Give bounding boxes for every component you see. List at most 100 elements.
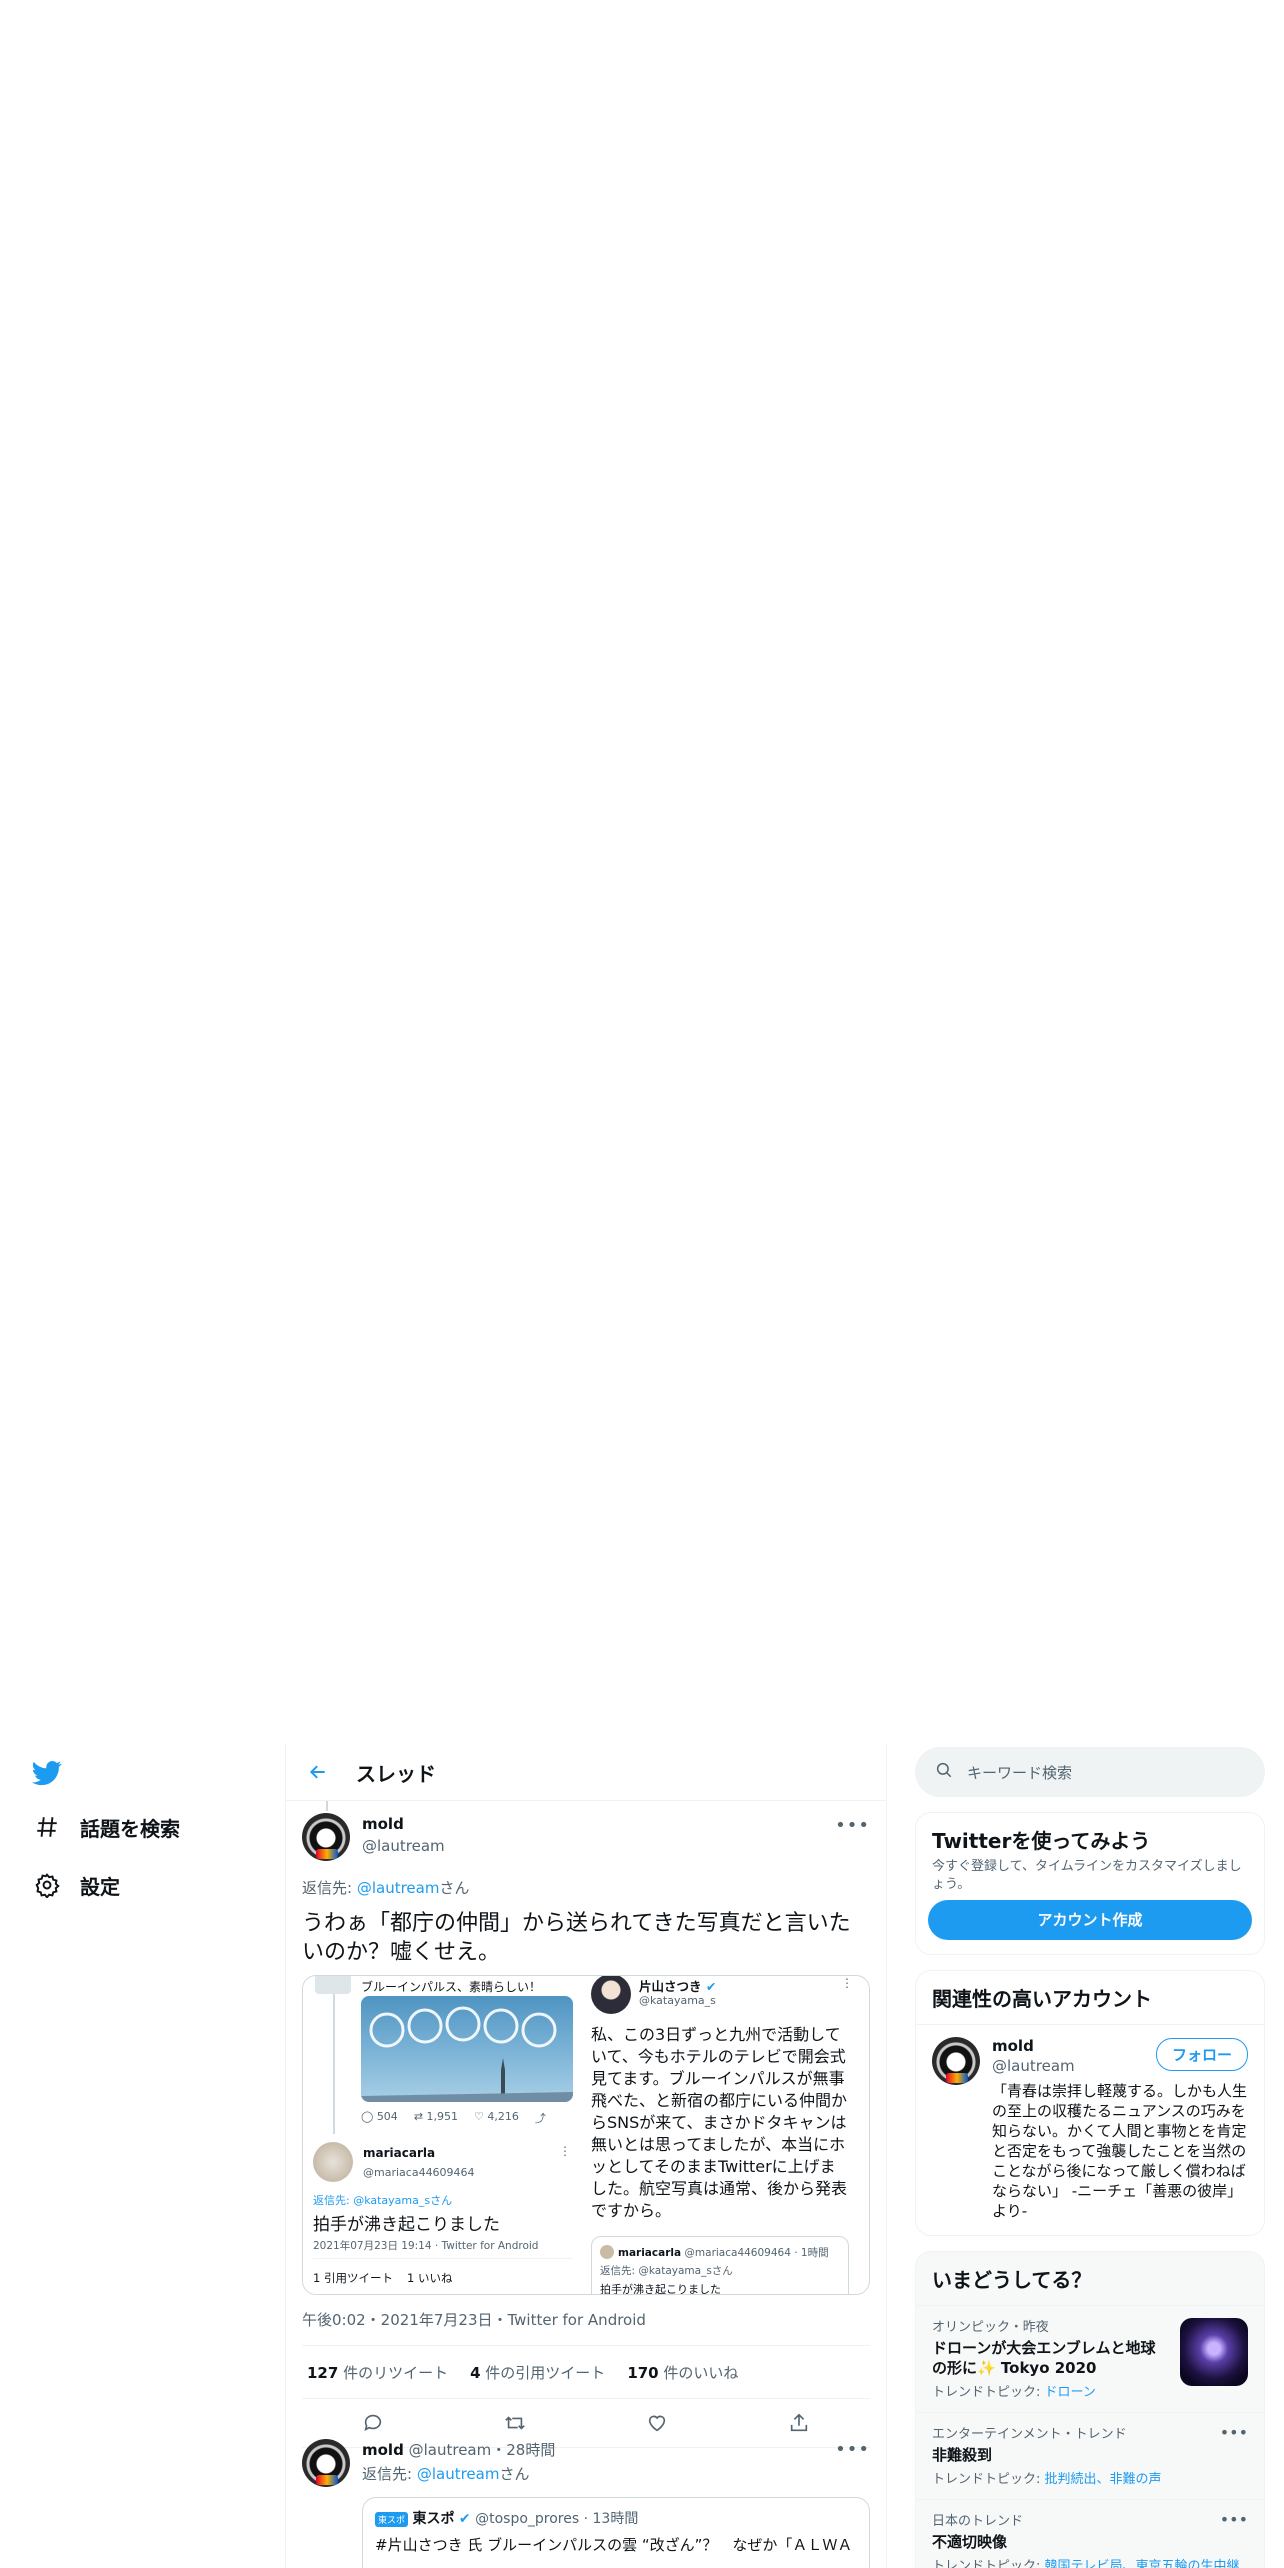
tweet-stats: 127 件のリツイート 4 件の引用ツイート 170 件のいいね: [302, 2345, 870, 2399]
related-accounts-card: 関連性の高いアカウント mold @lautream フォロー 「青春は崇拝し軽…: [915, 1970, 1265, 2236]
image-nested-quote: mariacarla @mariaca44609464 · 1時間 返信先: @…: [591, 2236, 849, 2294]
image-right-handle: @katayama_s: [639, 1994, 716, 2007]
search-input[interactable]: キーワード検索: [915, 1747, 1265, 1797]
trends-title: いまどうしてる？: [932, 2268, 1092, 2292]
image-left-counts: 1 引用ツイート 1 いいね: [313, 2270, 452, 2286]
twitter-logo-icon[interactable]: [30, 1758, 64, 1788]
reply-handle-link[interactable]: @lautream: [357, 1879, 440, 1897]
image-quote-count: 1 引用ツイート: [313, 2271, 393, 2285]
trend-topic-link[interactable]: 批判続出、非難の声: [1045, 2472, 1162, 2487]
blue-impulse-photo: [361, 1996, 573, 2102]
retweet-stat[interactable]: 127 件のリツイート: [307, 2362, 448, 2383]
trend-item[interactable]: エンターテインメント・トレンド 非難殺到 トレンドトピック: 批判続出、非難の声…: [916, 2412, 1264, 2499]
like-stat[interactable]: 170 件のいいね: [627, 2362, 738, 2383]
tweet-text: うわぁ「都庁の仲間」から送られてきた写真だと言いたいのか？嘘くせえ。: [302, 1911, 851, 1965]
reply-context: 返信先: @lautreamさん: [302, 1877, 469, 1898]
tweet-timestamp[interactable]: 午後0:02・2021年7月23日・Twitter for Android: [302, 2309, 646, 2330]
reply-author-name[interactable]: mold: [362, 2441, 404, 2459]
trend-meta: 日本のトレンド: [932, 2514, 1024, 2529]
reply-more-options-icon[interactable]: •••: [835, 2439, 870, 2460]
image-nested-header: mariacarla @mariaca44609464 · 1時間: [618, 2247, 829, 2259]
image-like-total: 1 いいね: [406, 2271, 453, 2285]
back-arrow-icon[interactable]: [298, 1752, 338, 1792]
image-retweet-count: ⇄ 1,951: [413, 2110, 459, 2123]
right-sidebar: キーワード検索 Twitterを使ってみよう 今すぐ登録して、タイムラインをカス…: [915, 1744, 1265, 2568]
trend-item[interactable]: オリンピック・昨夜 ドローンが大会エンブレムと地球の形に✨ Tokyo 2020…: [916, 2305, 1264, 2412]
quoted-author-name: 東スポ: [412, 2511, 455, 2527]
signup-desc: 今すぐ登録して、タイムラインをカスタマイズしましょう。: [932, 1859, 1242, 1892]
quote-stat[interactable]: 4 件の引用ツイート: [470, 2362, 605, 2383]
mariacarla-avatar: [313, 2142, 353, 2182]
image-user-name: mariacarla: [363, 2146, 436, 2160]
author-name[interactable]: mold: [362, 1815, 445, 1833]
focused-tweet: mold @lautream ••• 返信先: @lautreamさん うわぁ「…: [286, 1801, 886, 2448]
tweet-image[interactable]: ブルーインパルス、素晴らしい！ ◯ 504 ⇄ 1,951 ♡ 4,216 ⤴: [302, 1975, 870, 2295]
image-nested-avatar: [600, 2245, 614, 2259]
image-divider: [313, 2258, 573, 2259]
related-avatar[interactable]: [932, 2037, 980, 2085]
image-user-handle: @mariaca44609464: [363, 2166, 475, 2179]
avatar[interactable]: [302, 1813, 350, 1861]
image-right-text: 私、この3日ずっと九州で活動していて、今もホテルのテレビで開会式見てます。ブルー…: [591, 2025, 848, 2220]
search-placeholder: キーワード検索: [967, 1763, 1073, 1782]
gear-icon: [32, 1870, 62, 1900]
image-left-date: 2021年07月23日 19:14 · Twitter for Android: [313, 2240, 539, 2252]
trend-topic-link[interactable]: ドローン: [1045, 2385, 1096, 2400]
reply-prefix: 返信先:: [302, 1879, 357, 1897]
trend-meta: エンターテインメント・トレンド: [932, 2427, 1127, 2442]
quoted-text: #片山さつき 氏 ブルーインパルスの雲 “改ざん”？ なぜか「ＡＬＷＡ: [375, 2536, 853, 2554]
reply-header: mold @lautream・28時間: [362, 2439, 555, 2460]
reply-tweet[interactable]: mold @lautream・28時間 ••• 返信先: @lautreamさん…: [286, 2429, 886, 2568]
image-more-icon: ⋮: [559, 2144, 571, 2158]
nav-explore-label: 話題を検索: [80, 1816, 180, 1841]
quoted-tweet[interactable]: 東スポ 東スポ ✔ @tospo_prores · 13時間 #片山さつき 氏 …: [362, 2497, 870, 2568]
image-avatar: [315, 1976, 351, 1994]
trend-more-icon[interactable]: •••: [1220, 2510, 1248, 2529]
quoted-header: 東スポ 東スポ ✔ @tospo_prores · 13時間: [375, 2508, 638, 2528]
reply-handle-link-2[interactable]: @lautream: [417, 2465, 500, 2483]
create-account-button[interactable]: アカウント作成: [928, 1900, 1252, 1940]
trends-card: いまどうしてる？ オリンピック・昨夜 ドローンが大会エンブレムと地球の形に✨ T…: [915, 2251, 1265, 2568]
image-thread-line: [333, 1994, 335, 2134]
tospo-logo: 東スポ: [375, 2511, 409, 2527]
trend-item[interactable]: 日本のトレンド 不適切映像 トレンドトピック: 韓国テレビ局、東京五輪の生中継 …: [916, 2499, 1264, 2568]
image-top-text: ブルーインパルス、素晴らしい！: [361, 1980, 542, 1994]
related-title: 関連性の高いアカウント: [916, 1971, 1264, 2025]
quoted-handle-time: @tospo_prores · 13時間: [475, 2511, 639, 2527]
image-right-panel: 片山さつき ✔ @katayama_s ⋮ 私、この3日ずっと九州で活動していて…: [589, 1976, 869, 2294]
nav-settings-label: 設定: [80, 1874, 120, 1899]
trend-topic-link[interactable]: 韓国テレビ局、東京五輪の生中継: [1045, 2559, 1240, 2568]
reply-suffix: さん: [439, 1879, 470, 1897]
related-account[interactable]: mold @lautream フォロー 「青春は崇拝し軽蔑する。しかも人生の至上…: [916, 2025, 1264, 2235]
image-right-more-icon: ⋮: [841, 1976, 853, 1990]
trend-title: 非難殺到: [932, 2446, 993, 2464]
image-nested-text: 拍手が沸き起こりました: [600, 2283, 721, 2294]
image-left-actions: ◯ 504 ⇄ 1,951 ♡ 4,216 ⤴: [361, 2110, 546, 2126]
signup-card: Twitterを使ってみよう 今すぐ登録して、タイムラインをカスタマイズしましょ…: [915, 1812, 1265, 1955]
trend-meta: オリンピック・昨夜: [932, 2320, 1049, 2335]
reply-handle-time: @lautream・28時間: [408, 2441, 556, 2459]
trend-title: ドローンが大会エンブレムと地球の形に✨ Tokyo 2020: [932, 2339, 1156, 2377]
image-nested-reply: 返信先: @katayama_sさん: [600, 2265, 733, 2277]
follow-button[interactable]: フォロー: [1155, 2038, 1248, 2071]
trend-drone-thumbnail: [1180, 2318, 1248, 2386]
katayama-avatar: [591, 1976, 631, 2014]
image-right-name: 片山さつき ✔: [639, 1979, 717, 1994]
reply-context-2: 返信先: @lautreamさん: [362, 2465, 530, 2483]
image-left-text: 拍手が沸き起こりました: [313, 2215, 500, 2235]
search-icon: [935, 1761, 953, 1783]
trend-more-icon[interactable]: •••: [1220, 2423, 1248, 2442]
image-reply-context: 返信先: @katayama_sさん: [313, 2194, 453, 2207]
reply-avatar[interactable]: [302, 2439, 350, 2487]
image-reply-count: ◯ 504: [361, 2110, 398, 2123]
main-column: スレッド mold @lautream ••• 返信先: @lautreamさん…: [285, 1744, 887, 2568]
image-share-icon: ⤴: [534, 2112, 546, 2125]
nav-settings[interactable]: 設定: [32, 1870, 120, 1900]
image-like-count: ♡ 4,216: [474, 2110, 519, 2123]
image-left-panel: ブルーインパルス、素晴らしい！ ◯ 504 ⇄ 1,951 ♡ 4,216 ⤴: [303, 1976, 583, 2294]
signup-title: Twitterを使ってみよう: [932, 1829, 1151, 1853]
nav-explore[interactable]: 話題を検索: [32, 1812, 180, 1842]
main-header: スレッド: [286, 1744, 886, 1801]
more-options-icon[interactable]: •••: [835, 1815, 870, 1836]
author-handle[interactable]: @lautream: [362, 1837, 445, 1855]
